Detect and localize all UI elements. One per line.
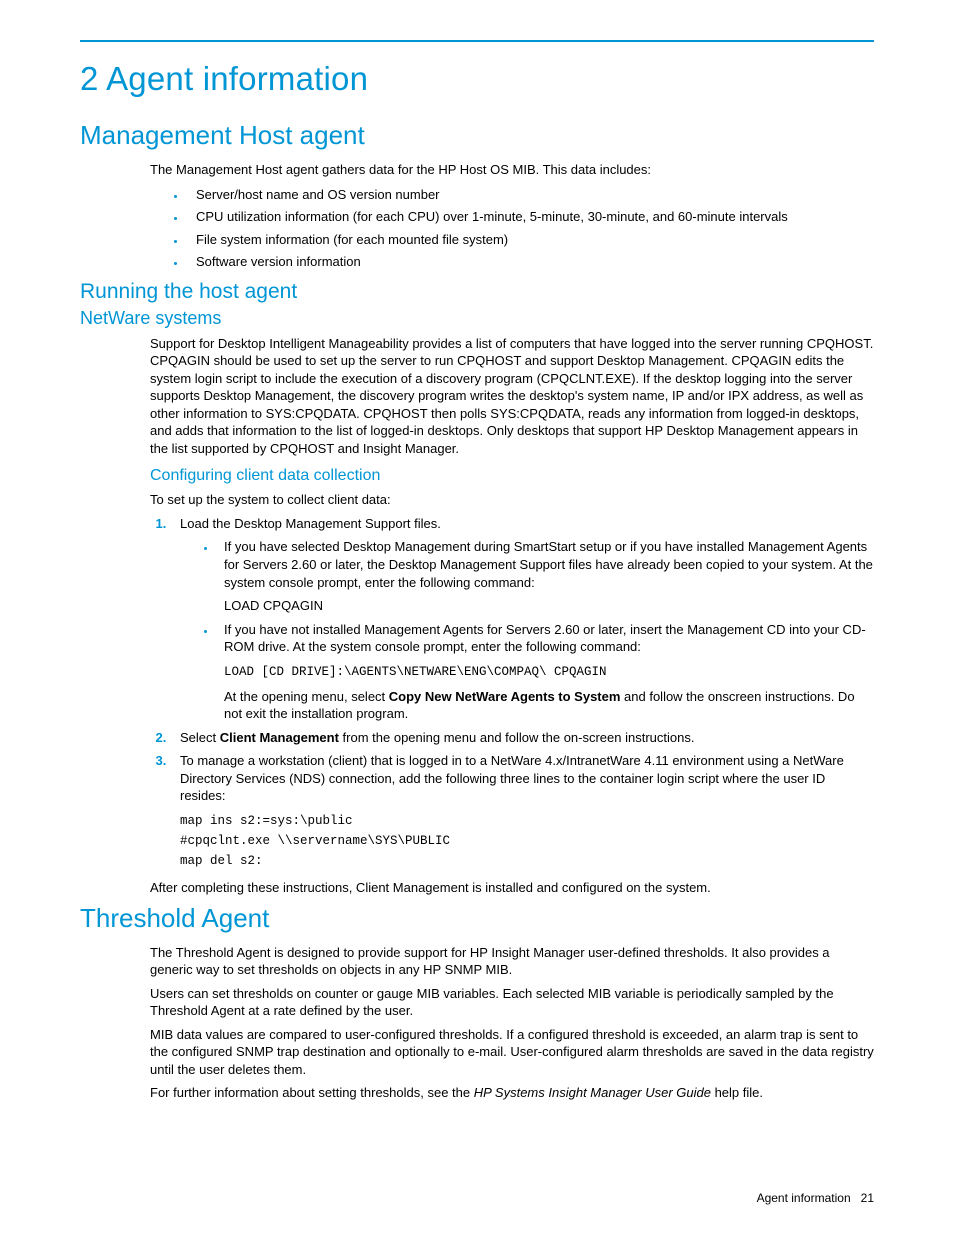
ta-p3: MIB data values are compared to user-con… — [150, 1026, 874, 1079]
step-2: Select Client Management from the openin… — [170, 729, 874, 747]
step-1: Load the Desktop Management Support file… — [170, 515, 874, 723]
sub-bullet: If you have selected Desktop Management … — [216, 538, 874, 614]
step-1-subbullets: If you have selected Desktop Management … — [180, 538, 874, 722]
sub-bullet: If you have not installed Management Age… — [216, 621, 874, 723]
footer-section: Agent information — [757, 1191, 851, 1205]
step-3: To manage a workstation (client) that is… — [170, 752, 874, 871]
config-intro: To set up the system to collect client d… — [150, 491, 874, 509]
mha-bullets: Server/host name and OS version number C… — [150, 185, 874, 272]
command-line: LOAD [CD DRIVE]:\AGENTS\NETWARE\ENG\COMP… — [224, 662, 874, 682]
ta-p4: For further information about setting th… — [150, 1084, 874, 1102]
sub-bullet-after: At the opening menu, select Copy New Net… — [224, 688, 874, 723]
section-running-host-agent: Running the host agent — [80, 280, 874, 304]
top-rule — [80, 40, 874, 42]
netware-para: Support for Desktop Intelligent Manageab… — [150, 335, 874, 458]
step-3-text: To manage a workstation (client) that is… — [180, 753, 844, 803]
bold-text: Client Management — [220, 730, 339, 745]
bullet-item: CPU utilization information (for each CP… — [186, 207, 874, 227]
sub-bullet-text: If you have not installed Management Age… — [224, 622, 866, 655]
bullet-item: Server/host name and OS version number — [186, 185, 874, 205]
config-steps: Load the Desktop Management Support file… — [150, 515, 874, 871]
ta-p1: The Threshold Agent is designed to provi… — [150, 944, 874, 979]
section-management-host-agent: Management Host agent — [80, 120, 874, 151]
section-configuring-client-data: Configuring client data collection — [150, 467, 874, 485]
bullet-item: Software version information — [186, 252, 874, 272]
italic-text: HP Systems Insight Manager User Guide — [474, 1085, 711, 1100]
document-page: 2 Agent information Management Host agen… — [0, 0, 954, 1235]
command-block: map ins s2:=sys:\public #cpqclnt.exe \\s… — [180, 811, 874, 871]
chapter-title: 2 Agent information — [80, 60, 874, 98]
command-line: LOAD CPQAGIN — [224, 597, 874, 615]
config-outro: After completing these instructions, Cli… — [150, 879, 874, 897]
step-1-text: Load the Desktop Management Support file… — [180, 516, 441, 531]
sub-bullet-text: If you have selected Desktop Management … — [224, 539, 873, 589]
footer-page-number: 21 — [861, 1191, 874, 1205]
bold-text: Copy New NetWare Agents to System — [389, 689, 621, 704]
page-footer: Agent information 21 — [757, 1191, 874, 1205]
mha-intro: The Management Host agent gathers data f… — [150, 161, 874, 179]
bullet-item: File system information (for each mounte… — [186, 230, 874, 250]
section-threshold-agent: Threshold Agent — [80, 903, 874, 934]
section-netware-systems: NetWare systems — [80, 308, 874, 329]
ta-p2: Users can set thresholds on counter or g… — [150, 985, 874, 1020]
